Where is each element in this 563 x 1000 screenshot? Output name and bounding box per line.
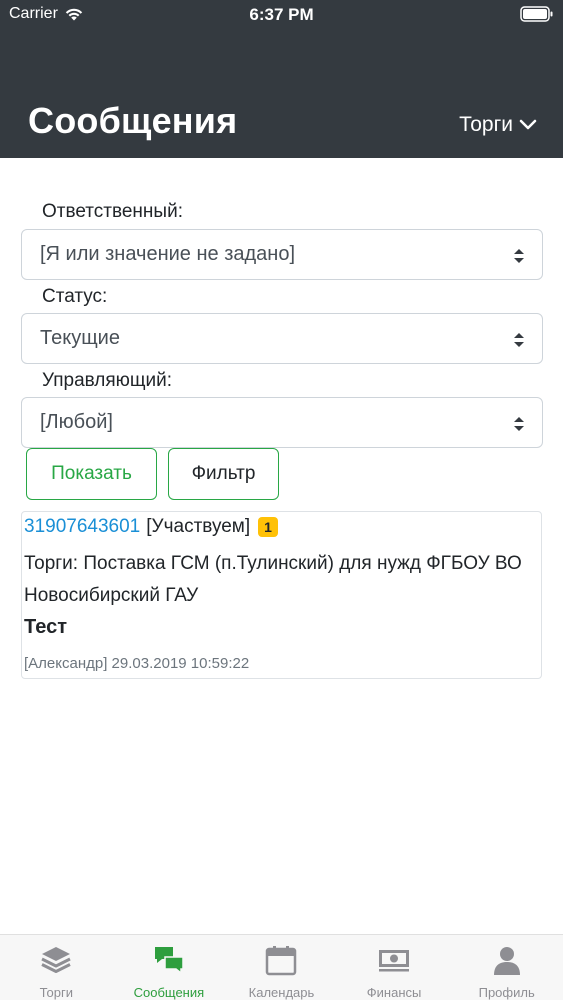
manager-select[interactable]: [Любой] [21, 397, 543, 448]
chat-bubbles-icon [154, 947, 184, 975]
tab-calendar[interactable]: Календарь [225, 935, 338, 1000]
tab-profile[interactable]: Профиль [450, 935, 563, 1000]
section-dropdown[interactable]: Торги [459, 113, 537, 137]
responsible-select-value: [Я или значение не задано] [40, 243, 295, 265]
page-title: Сообщения [28, 100, 238, 141]
tab-profile-label: Профиль [478, 985, 535, 1000]
message-text: Тест [24, 616, 67, 638]
participation-status: [Участвуем] [146, 516, 251, 537]
tab-messages[interactable]: Сообщения [113, 935, 226, 1000]
select-arrows-icon [514, 417, 524, 431]
manager-label: Управляющий: [42, 370, 173, 391]
status-select-value: Текущие [40, 327, 120, 349]
show-button[interactable]: Показать [26, 448, 157, 500]
battery-icon [520, 6, 553, 22]
user-icon [493, 947, 520, 975]
chevron-down-icon [519, 119, 537, 130]
money-icon [379, 950, 410, 972]
responsible-select[interactable]: [Я или значение не задано] [21, 229, 543, 280]
message-subject: Торги: Поставка ГСМ (п.Тулинский) для ну… [24, 553, 522, 606]
tab-calendar-label: Календарь [248, 985, 315, 1000]
filter-button[interactable]: Фильтр [168, 448, 279, 500]
calendar-icon [266, 946, 297, 976]
tab-bar: Торги Сообщения Календарь Финансы Профил… [0, 934, 563, 1000]
responsible-label: Ответственный: [42, 201, 183, 222]
app-header: Carrier 6:37 PM Сообщения Торги [0, 0, 563, 158]
tab-auctions[interactable]: Торги [0, 935, 113, 1000]
select-arrows-icon [514, 249, 524, 263]
tab-messages-label: Сообщения [133, 985, 205, 1000]
section-dropdown-label: Торги [459, 113, 513, 136]
status-bar: Carrier 6:37 PM [0, 0, 563, 30]
status-select[interactable]: Текущие [21, 313, 543, 364]
message-meta: [Александр] 29.03.2019 10:59:22 [24, 655, 250, 672]
layers-icon [41, 947, 71, 973]
clock: 6:37 PM [249, 5, 314, 24]
status-label: Статус: [42, 286, 108, 307]
message-id-link[interactable]: 31907643601 [24, 516, 140, 538]
manager-select-value: [Любой] [40, 411, 113, 433]
select-arrows-icon [514, 333, 524, 347]
tab-finance[interactable]: Финансы [338, 935, 451, 1000]
unread-count-badge: 1 [258, 517, 278, 537]
message-header: 31907643601 [Участвуем] 1 [24, 516, 278, 538]
tab-finance-label: Финансы [366, 985, 422, 1000]
tab-auctions-label: Торги [39, 985, 73, 1000]
message-card[interactable]: 31907643601 [Участвуем] 1 Торги: Поставк… [21, 511, 542, 679]
